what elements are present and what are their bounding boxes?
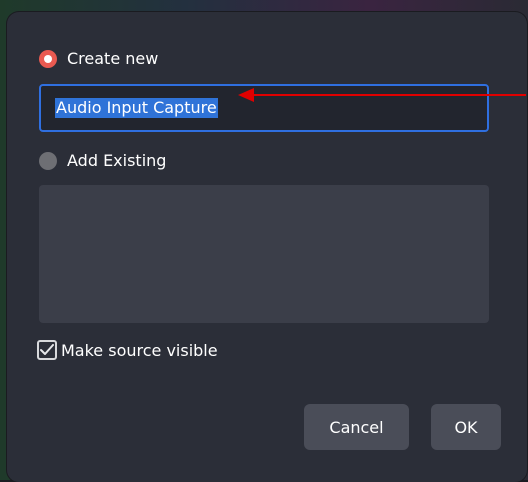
source-name-text: Audio Input Capture	[55, 98, 218, 118]
create-new-option[interactable]: Create new	[39, 49, 158, 68]
add-existing-label: Add Existing	[67, 151, 167, 170]
make-visible-checkbox[interactable]	[37, 340, 57, 360]
checkmark-icon	[40, 344, 54, 355]
arrow-left-icon	[238, 88, 526, 102]
add-existing-option[interactable]: Add Existing	[39, 151, 166, 170]
make-source-visible-option[interactable]: Make source visible	[37, 340, 218, 360]
add-source-dialog: Create new Audio Input Capture Add Exist…	[7, 12, 527, 482]
ok-button[interactable]: OK	[431, 404, 501, 450]
existing-sources-list[interactable]	[39, 185, 489, 323]
create-new-label: Create new	[67, 49, 159, 68]
radio-checked-icon[interactable]	[39, 49, 57, 68]
make-visible-label: Make source visible	[61, 340, 218, 360]
cancel-button[interactable]: Cancel	[304, 404, 409, 450]
radio-unchecked-icon[interactable]	[39, 151, 57, 170]
